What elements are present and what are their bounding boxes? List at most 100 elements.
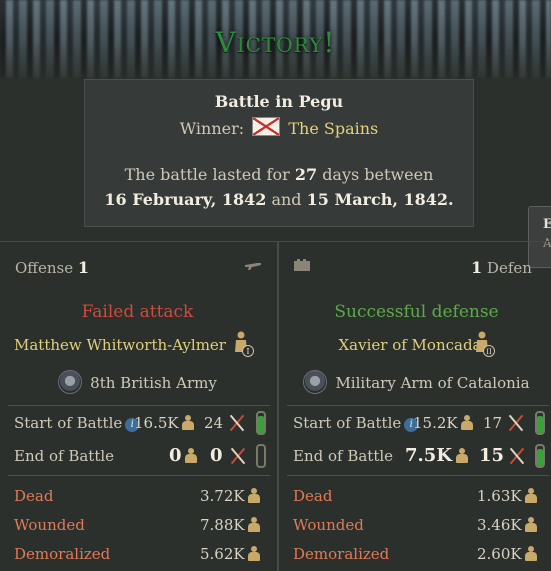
defense-panel: 1 Defen Successful defense Xavier of Mon… <box>279 242 551 571</box>
defense-army-name: Military Arm of Catalonia <box>335 374 530 392</box>
dead-label: Dead <box>293 487 333 505</box>
defense-army[interactable]: Military Arm of Catalonia <box>279 370 551 394</box>
defense-end-row: End of Battle 7.5K 15 <box>293 444 551 469</box>
duration-days: 27 <box>294 165 318 184</box>
manpower-icon <box>246 546 262 562</box>
offense-end-men: 0 <box>169 445 182 466</box>
defense-dead: 1.63K <box>477 487 522 505</box>
defense-wounded: 3.46K <box>477 516 522 534</box>
offense-dead-row: Dead 3.72K <box>14 487 272 509</box>
offense-start-men: 16.5K <box>134 414 179 432</box>
morale-fill <box>537 449 543 466</box>
offense-label: Offense <box>15 259 74 277</box>
offense-army[interactable]: 8th British Army <box>0 370 275 394</box>
regiments-icon <box>228 446 248 466</box>
manpower-icon <box>459 415 475 431</box>
stats-divider <box>8 405 270 406</box>
winner-line: Winner: The Spains <box>85 117 473 138</box>
defense-start-morale-bar <box>535 411 545 435</box>
offense-wounded: 7.88K <box>200 516 245 534</box>
battle-name: Battle in Pegu <box>214 92 344 111</box>
morale-fill <box>258 416 264 433</box>
offense-count: 1 <box>77 258 89 277</box>
offense-wounded-row: Wounded 7.88K <box>14 516 272 538</box>
battle-duration: The battle lasted for 27 days between 16… <box>85 162 473 212</box>
duration-prefix: The battle lasted for <box>124 165 290 184</box>
and-word: and <box>271 190 302 209</box>
winner-name[interactable]: The Spains <box>288 119 378 138</box>
wounded-label: Wounded <box>293 516 364 534</box>
offense-header: Offense 1 <box>15 258 89 277</box>
winner-label: Winner: <box>179 119 245 138</box>
duration-mid: days between <box>322 165 434 184</box>
defense-end-regiments: 15 <box>479 445 505 466</box>
offense-demoralized-row: Demoralized 5.62K <box>14 545 272 567</box>
spain-flag-icon <box>252 117 281 136</box>
defense-dead-row: Dead 1.63K <box>293 487 551 509</box>
defense-start-row: Start of Battle i 15.2K 17 <box>293 411 551 436</box>
demoralized-label: Demoralized <box>14 545 111 563</box>
offense-dead: 3.72K <box>200 487 245 505</box>
defense-demoralized: 2.60K <box>477 545 522 563</box>
manpower-icon <box>523 517 539 533</box>
defense-label: Defen <box>486 259 532 277</box>
commander-rank-icon: II <box>476 331 495 357</box>
manpower-icon <box>246 517 262 533</box>
defense-commander[interactable]: Xavier of Moncada <box>279 336 541 354</box>
manpower-icon <box>183 448 199 464</box>
stats-divider <box>287 405 549 406</box>
side-tab-letter: E <box>543 217 551 232</box>
commander-rank-icon: I <box>235 331 254 357</box>
army-shield-icon <box>58 370 83 394</box>
morale-fill <box>537 416 543 433</box>
rifle-icon <box>245 263 261 270</box>
defense-result: Successful defense <box>334 302 499 322</box>
fort-icon <box>294 259 310 271</box>
offense-commander[interactable]: Matthew Whitworth-Aylmer <box>0 336 240 354</box>
manpower-icon <box>523 488 539 504</box>
defense-end-label: End of Battle <box>293 447 394 465</box>
defense-wounded-row: Wounded 3.46K <box>293 516 551 538</box>
army-shield-icon <box>303 370 328 394</box>
offense-end-row: End of Battle 0 0 <box>14 444 272 469</box>
offense-end-label: End of Battle <box>14 447 115 465</box>
manpower-icon <box>180 415 196 431</box>
defense-start-men: 15.2K <box>413 414 458 432</box>
offense-end-morale-bar <box>256 444 266 468</box>
offense-demoralized: 5.62K <box>200 545 245 563</box>
offense-end-regiments: 0 <box>210 445 223 466</box>
defense-start-regiments: 17 <box>483 414 503 432</box>
wounded-label: Wounded <box>14 516 85 534</box>
defense-rank-numeral: II <box>486 348 492 356</box>
start-label-text: Start of Battle <box>293 414 402 432</box>
demoralized-label: Demoralized <box>293 545 390 563</box>
offense-start-regiments: 24 <box>204 414 224 432</box>
offense-army-name: 8th British Army <box>90 374 217 392</box>
start-date: 16 February, 1842 <box>104 190 267 209</box>
regiments-icon <box>227 413 247 433</box>
offense-start-row: Start of Battle i 16.5K 24 <box>14 411 272 436</box>
defense-demoralized-row: Demoralized 2.60K <box>293 545 551 567</box>
offense-start-label: Start of Battle i <box>14 414 140 432</box>
defense-start-label: Start of Battle i <box>293 414 419 432</box>
defense-end-men: 7.5K <box>405 445 452 466</box>
regiments-icon <box>507 446 527 466</box>
offense-result: Failed attack <box>81 302 194 322</box>
defense-count: 1 <box>471 258 483 277</box>
victory-title: Victory! <box>215 26 336 59</box>
end-date: 15 March, 1842. <box>306 190 454 209</box>
manpower-icon <box>523 546 539 562</box>
manpower-icon <box>246 488 262 504</box>
regiments-icon <box>506 413 526 433</box>
manpower-icon <box>454 448 470 464</box>
casualties-divider <box>8 475 270 476</box>
dead-label: Dead <box>14 487 54 505</box>
offense-panel: Offense 1 Failed attack Matthew Whitwort… <box>0 242 275 571</box>
offense-rank-numeral: I <box>246 347 249 356</box>
offense-start-morale-bar <box>256 411 266 435</box>
start-label-text: Start of Battle <box>14 414 123 432</box>
defense-end-morale-bar <box>535 444 545 468</box>
defense-header: 1 Defen <box>471 258 532 277</box>
battle-summary-box: Battle in Pegu Winner: The Spains The ba… <box>84 79 474 227</box>
casualties-divider <box>287 475 549 476</box>
